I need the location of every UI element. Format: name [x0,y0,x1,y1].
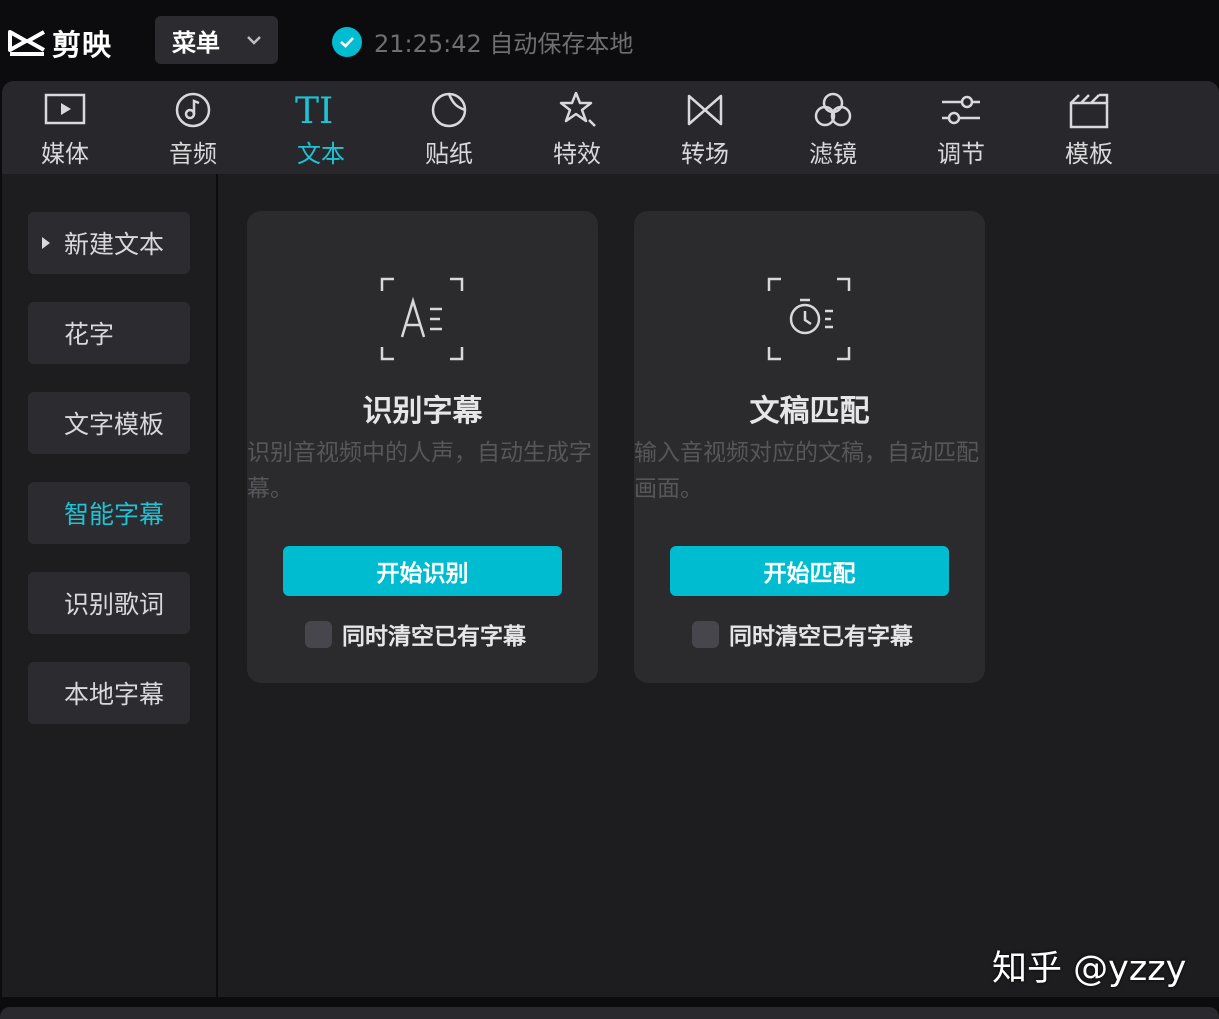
script-match-icon [767,277,851,361]
capcut-logo-icon [8,30,45,56]
start-match-button[interactable]: 开始匹配 [670,546,949,596]
menu-button[interactable]: 菜单 [155,16,278,64]
app-logo: 剪映 [8,22,112,64]
svg-text:TI: TI [295,92,333,128]
caret-right-icon [42,237,50,249]
tab-filter[interactable]: 滤镜 [778,81,888,174]
tab-effects-label: 特效 [553,140,601,168]
card-title: 文稿匹配 [749,394,870,429]
tab-transition-label: 转场 [681,140,729,168]
template-icon [1069,93,1109,129]
sidebar-item-label: 本地字幕 [64,680,165,709]
card-description: 识别音视频中的人声，自动生成字幕。 [247,440,592,502]
category-toolbar: 媒体 音频 TI 文本 贴纸 特效 转场 滤镜 调节 模板 [2,81,1219,174]
title-bar: 剪映 菜单 21:25:42 自动保存本地 [0,0,1219,80]
text-sidebar: 新建文本 花字 文字模板 智能字幕 识别歌词 本地字幕 [2,174,218,997]
watermark: 知乎 @yzzy [992,949,1187,989]
tab-adjust[interactable]: 调节 [906,81,1016,174]
transition-icon [687,94,723,126]
tab-template[interactable]: 模板 [1034,81,1144,174]
chevron-down-icon [247,36,261,45]
tab-transition[interactable]: 转场 [650,81,760,174]
checkbox-label: 同时清空已有字幕 [342,624,526,650]
app-name: 剪映 [52,28,113,62]
tab-audio[interactable]: 音频 [138,81,248,174]
sidebar-item-label: 文字模板 [64,410,165,439]
tab-template-label: 模板 [1065,140,1113,168]
check-circle-icon [332,26,362,57]
recognize-captions-card: 识别字幕 识别音视频中的人声，自动生成字幕。 开始识别 同时清空已有字幕 [247,211,598,683]
tab-text-label: 文本 [297,140,345,168]
app-window: 剪映 菜单 21:25:42 自动保存本地 媒体 音频 TI 文本 贴纸 特效 … [0,0,1219,1019]
autosave-text: 21:25:42 自动保存本地 [374,30,634,58]
tab-media[interactable]: 媒体 [10,81,120,174]
tab-audio-label: 音频 [169,140,217,168]
checkbox-label: 同时清空已有字幕 [729,624,913,650]
sidebar-item-new-text[interactable]: 新建文本 [28,212,190,274]
start-recognize-button[interactable]: 开始识别 [283,546,562,596]
sticker-icon [431,92,467,128]
text-icon: TI [295,92,333,128]
resource-panel: 媒体 音频 TI 文本 贴纸 特效 转场 滤镜 调节 模板 新建文本 花字 文字… [2,81,1219,997]
filter-icon [814,92,852,127]
menu-button-label: 菜单 [172,28,220,57]
sidebar-item-label: 新建文本 [64,230,165,259]
card-description: 输入音视频对应的文稿，自动匹配画面。 [634,440,979,502]
card-title: 识别字幕 [362,394,483,429]
sidebar-item-text-template[interactable]: 文字模板 [28,392,190,454]
tab-media-label: 媒体 [41,140,89,168]
clear-captions-checkbox[interactable] [692,620,719,648]
sidebar-item-local-captions[interactable]: 本地字幕 [28,662,190,724]
tab-effects[interactable]: 特效 [522,81,632,174]
tab-text[interactable]: TI 文本 [266,81,376,174]
effects-icon [559,91,596,127]
sidebar-item-label: 花字 [64,320,115,349]
sidebar-item-smart-captions[interactable]: 智能字幕 [28,482,190,544]
tab-sticker[interactable]: 贴纸 [394,81,504,174]
sidebar-item-label: 智能字幕 [64,500,165,529]
sidebar-item-label: 识别歌词 [64,590,165,619]
sidebar-item-recognize-lyrics[interactable]: 识别歌词 [28,572,190,634]
clear-captions-checkbox[interactable] [305,620,332,648]
tab-sticker-label: 贴纸 [425,140,473,168]
bottom-panel-edge [0,1007,1219,1019]
media-icon [44,93,86,125]
tab-filter-label: 滤镜 [809,140,857,168]
audio-icon [175,92,211,128]
autosave-status: 21:25:42 自动保存本地 [332,24,633,59]
script-match-card: 文稿匹配 输入音视频对应的文稿，自动匹配画面。 开始匹配 同时清空已有字幕 [634,211,985,683]
sidebar-item-fancy-text[interactable]: 花字 [28,302,190,364]
tab-adjust-label: 调节 [937,140,985,168]
clear-captions-option[interactable]: 同时清空已有字幕 [305,617,526,651]
adjust-icon [942,95,980,125]
caption-recognize-icon [380,277,464,361]
smart-captions-content: 识别字幕 识别音视频中的人声，自动生成字幕。 开始识别 同时清空已有字幕 文稿匹… [220,174,1219,997]
clear-captions-option[interactable]: 同时清空已有字幕 [692,617,913,651]
